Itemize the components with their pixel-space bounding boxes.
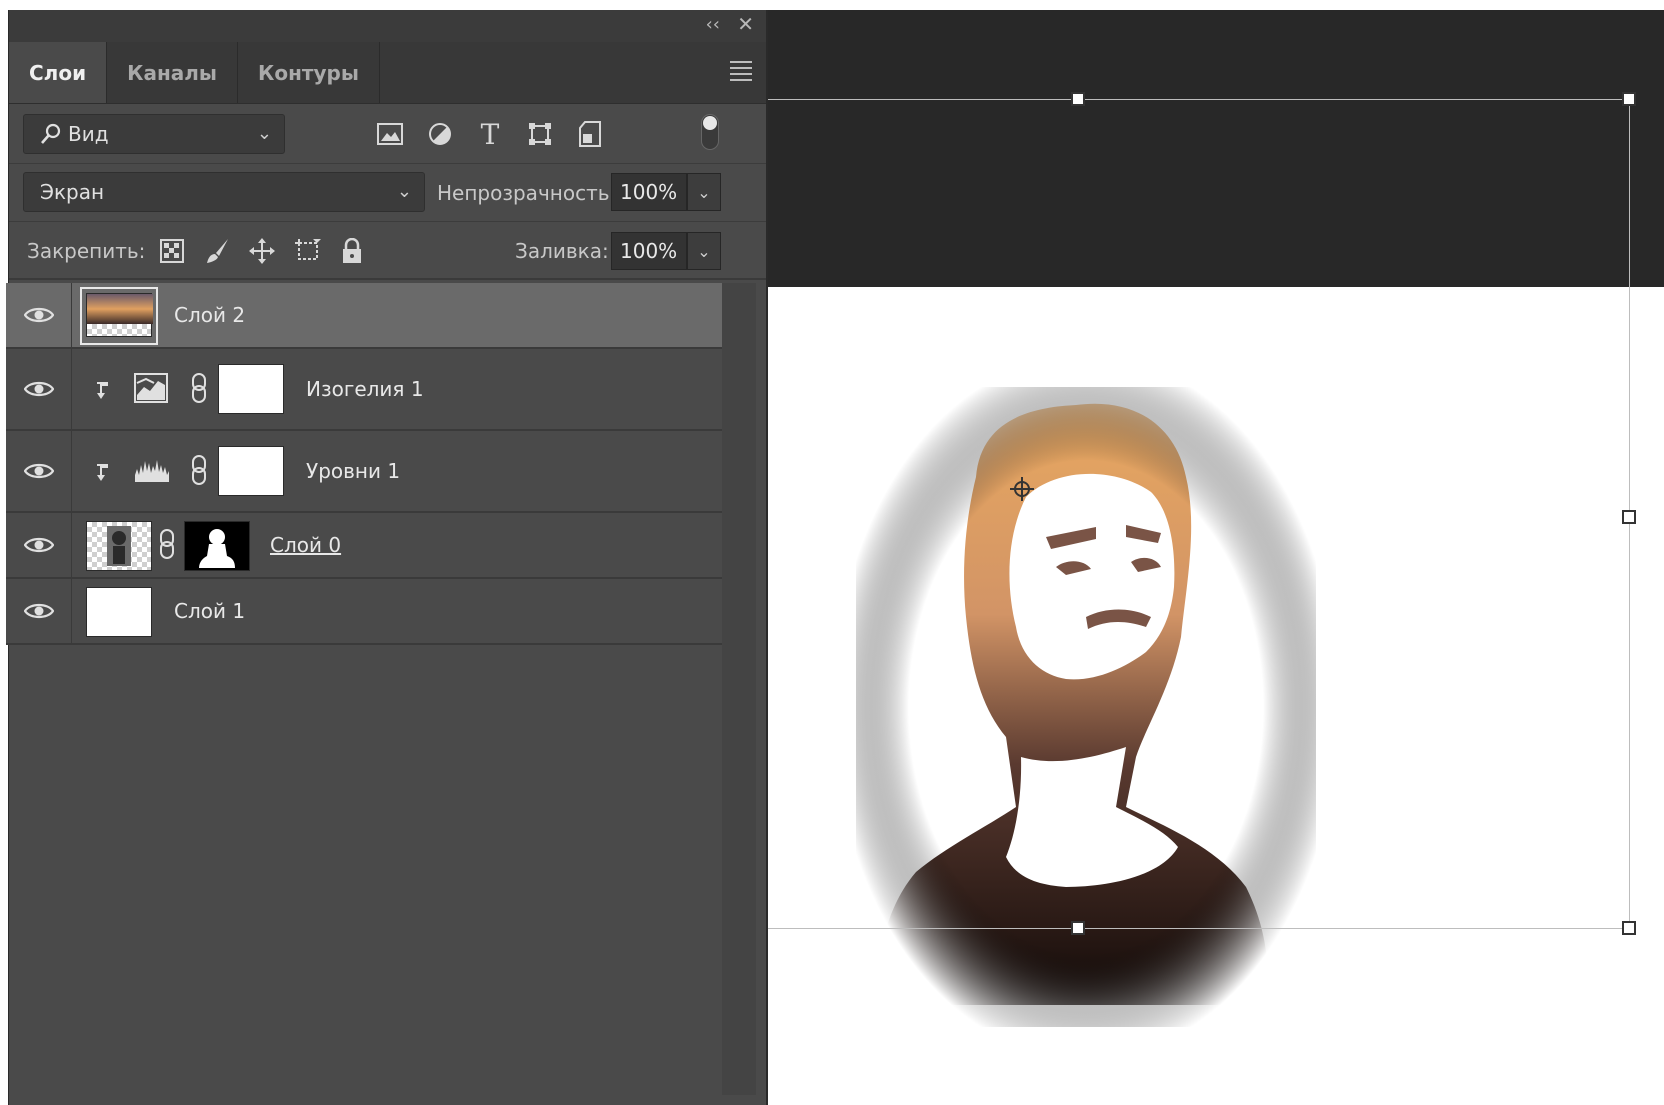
layer-row[interactable]: Слой 0 [6,513,722,579]
link-icon[interactable] [158,529,176,559]
tab-layers[interactable]: Слои [9,42,108,103]
eye-icon[interactable] [24,305,54,325]
opacity-dropdown-button[interactable]: ⌄ [687,173,721,211]
lock-transparent-icon[interactable] [155,234,189,268]
layer-mask-thumbnail[interactable] [218,364,284,414]
shape-filter-icon[interactable] [523,117,557,151]
image-filter-icon[interactable] [373,117,407,151]
filter-row: Вид ⌄ T [9,104,766,164]
link-icon[interactable] [190,455,208,485]
smart-object-filter-icon[interactable] [573,117,607,151]
pasteboard [766,10,1664,287]
transform-handle-middle-right[interactable] [1622,510,1636,524]
search-icon [41,123,61,144]
layer-row[interactable]: Изогелия 1 [6,349,722,431]
lock-image-icon[interactable] [201,234,235,268]
layer-mask-thumbnail[interactable] [218,446,284,496]
transform-handle-top-center[interactable] [1071,92,1085,106]
fill-input[interactable]: 100% [611,232,687,270]
panel-tabs: Слои Каналы Контуры [9,42,766,104]
threshold-adjustment-icon [134,373,168,403]
layer-row[interactable]: Слой 2 [6,283,722,349]
transform-handle-bottom-center[interactable] [1071,921,1085,935]
layer-mask-thumbnail[interactable] [184,521,250,571]
portrait-thumbnail [107,526,131,566]
eye-icon[interactable] [24,461,54,481]
adjustment-filter-icon[interactable] [423,117,457,151]
close-panel-icon[interactable]: ✕ [737,12,754,36]
opacity-input[interactable]: 100% [611,173,687,211]
canvas-artwork[interactable] [766,287,1664,1105]
lock-all-icon[interactable] [335,234,369,268]
eye-icon[interactable] [24,601,54,621]
fill-dropdown-button[interactable]: ⌄ [687,232,721,270]
collapse-panel-icon[interactable]: ‹‹ [706,14,720,35]
blend-mode-value: Экран [40,180,105,204]
layer-thumbnail[interactable] [86,293,153,337]
chevron-down-icon: ⌄ [396,181,412,202]
transform-bounding-bottom [766,928,1630,929]
filter-kind-label: Вид [68,122,109,146]
chevron-down-icon: ⌄ [256,123,272,144]
lock-position-icon[interactable] [245,234,279,268]
tab-channels[interactable]: Каналы [107,42,238,103]
levels-adjustment-icon [135,460,169,482]
sunset-thumbnail [87,294,153,324]
layer-row[interactable]: Уровни 1 [6,431,722,513]
clipping-mask-icon [97,382,108,399]
opacity-label: Непрозрачность: [437,181,617,205]
lock-label: Закрепить: [27,239,146,263]
lock-row: Закрепить: Заливка: 100% ⌄ [9,222,766,280]
layer-name[interactable]: Слой 0 [270,533,341,557]
blend-mode-dropdown[interactable]: Экран ⌄ [23,172,425,212]
filter-toggle-switch[interactable] [701,114,719,150]
type-filter-icon[interactable]: T [473,117,507,151]
blend-row: Экран ⌄ Непрозрачность: 100% ⌄ [9,164,766,222]
transform-handle-bottom-right[interactable] [1622,921,1636,935]
eye-icon[interactable] [24,379,54,399]
layers-scrollbar[interactable] [722,283,756,1095]
fill-label: Заливка: [515,239,609,263]
layer-thumbnail[interactable] [86,521,152,571]
transform-handle-top-right[interactable] [1622,92,1636,106]
layer-thumbnail[interactable] [86,587,152,637]
panel-title-bar[interactable]: ‹‹ ✕ [9,10,766,42]
panel-menu-icon[interactable] [730,61,752,85]
layer-name[interactable]: Слой 1 [174,599,245,623]
clipping-mask-icon [97,464,108,481]
layer-name[interactable]: Слой 2 [174,303,245,327]
tab-paths[interactable]: Контуры [238,42,380,103]
layer-name[interactable]: Уровни 1 [306,459,400,483]
transform-bounding-top [766,99,1630,100]
silhouette-mask [199,529,235,568]
layer-row[interactable]: Слой 1 [6,579,722,645]
eye-icon[interactable] [24,535,54,555]
layers-list: Слой 2 Изогелия 1 Уровни 1 Слой 0 Слой 1 [6,283,722,645]
lock-artboard-icon[interactable] [291,234,325,268]
filter-kind-dropdown[interactable]: Вид ⌄ [23,114,285,154]
layer-name[interactable]: Изогелия 1 [306,377,424,401]
link-icon[interactable] [190,373,208,403]
